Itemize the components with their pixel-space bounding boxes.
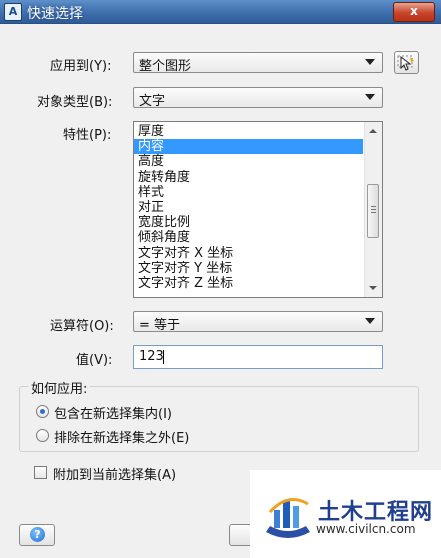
properties-list[interactable]: 厚度 内容 高度 旋转角度 样式 对正 宽度比例 倾斜角度 文字对齐 X 坐标 文字对齐 Y 坐标… xyxy=(133,121,383,298)
list-item[interactable]: 样式 xyxy=(134,185,363,200)
object-type-label: 对象类型(B): xyxy=(37,95,113,110)
exclude-radio[interactable] xyxy=(36,429,49,442)
list-item[interactable]: 内容 xyxy=(134,139,363,155)
watermark-url: www.civilcn.com xyxy=(316,522,416,536)
select-cursor-icon xyxy=(397,55,414,71)
operator-dropdown[interactable]: = 等于 xyxy=(133,311,383,333)
include-option-label[interactable]: 包含在新选择集内(I) xyxy=(54,403,172,422)
list-item[interactable]: 旋转角度 xyxy=(134,170,363,185)
list-item[interactable]: 文字对齐 Y 坐标 xyxy=(134,261,363,276)
value-text: 123 xyxy=(139,349,164,364)
grip-line xyxy=(371,209,376,210)
scroll-thumb[interactable] xyxy=(367,184,379,238)
window-title: 快速选择 xyxy=(27,6,83,22)
grip-line xyxy=(371,206,376,207)
list-item[interactable]: 高度 xyxy=(134,154,363,169)
select-objects-button[interactable] xyxy=(394,51,419,74)
object-type-dropdown[interactable]: 文字 xyxy=(133,87,383,109)
operator-label: 运算符(O): xyxy=(50,319,114,334)
how-to-apply-label: 如何应用: xyxy=(28,378,91,397)
help-icon: ? xyxy=(30,527,45,542)
apply-to-value: 整个图形 xyxy=(139,59,192,74)
list-item[interactable]: 倾斜角度 xyxy=(134,230,363,245)
properties-label: 特性(P): xyxy=(63,128,112,143)
close-button[interactable]: x xyxy=(393,2,435,22)
include-radio[interactable] xyxy=(36,405,49,418)
exclude-option-label[interactable]: 排除在新选择集之外(E) xyxy=(54,427,189,446)
list-item[interactable]: 对正 xyxy=(134,200,363,215)
properties-items: 厚度 内容 高度 旋转角度 样式 对正 宽度比例 倾斜角度 文字对齐 X 坐标 文字对齐 Y 坐标… xyxy=(134,124,363,291)
value-label: 值(V): xyxy=(76,353,113,368)
title-bar: A 快速选择 x xyxy=(0,0,441,24)
object-type-value: 文字 xyxy=(139,94,166,109)
chevron-down-icon xyxy=(365,94,375,100)
scroll-up-icon[interactable] xyxy=(369,129,377,133)
chevron-down-icon xyxy=(365,318,375,324)
list-item[interactable]: 文字对齐 Z 坐标 xyxy=(134,276,363,291)
help-button[interactable]: ? xyxy=(19,524,55,546)
value-input[interactable]: 123 xyxy=(133,345,383,369)
list-item[interactable]: 文字对齐 X 坐标 xyxy=(134,246,363,261)
watermark-logo xyxy=(266,498,310,538)
list-item[interactable]: 厚度 xyxy=(134,124,363,139)
operator-value: = 等于 xyxy=(139,318,181,333)
append-label[interactable]: 附加到当前选择集(A) xyxy=(53,464,176,483)
apply-to-dropdown[interactable]: 整个图形 xyxy=(133,52,383,74)
grip-line xyxy=(371,212,376,213)
watermark: 土木工程网 www.civilcn.com xyxy=(250,470,441,558)
app-icon: A xyxy=(4,3,22,21)
append-checkbox[interactable] xyxy=(34,466,47,479)
chevron-down-icon xyxy=(365,59,375,65)
properties-scrollbar[interactable] xyxy=(364,122,382,297)
list-item[interactable]: 宽度比例 xyxy=(134,215,363,230)
scroll-down-icon[interactable] xyxy=(369,286,377,290)
text-caret xyxy=(163,350,164,364)
apply-to-label: 应用到(Y): xyxy=(50,59,112,74)
